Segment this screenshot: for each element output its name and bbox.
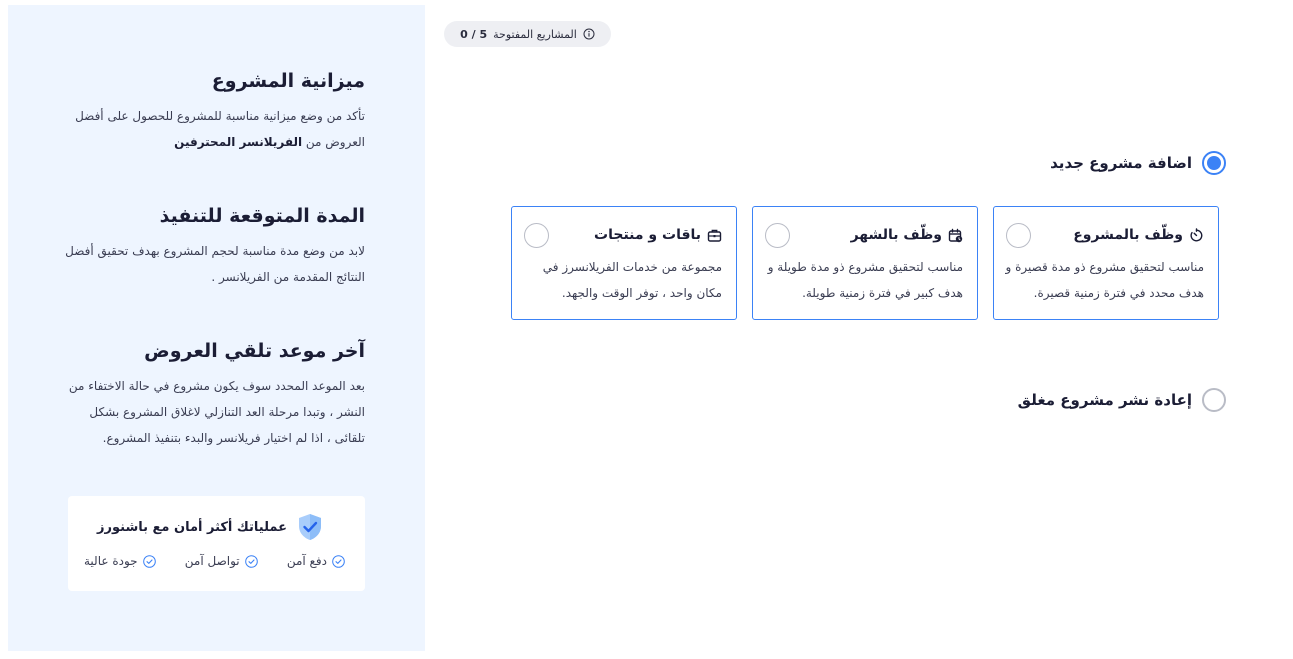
check-circle-icon: [332, 554, 345, 568]
card-radio[interactable]: [765, 223, 790, 248]
deadline-tip-title: آخر موعد تلقي العروض: [144, 340, 365, 362]
deadline-tip-text: بعد الموعد المحدد سوف يكون مشروع في حالة…: [68, 379, 365, 445]
feature-label: تواصل آمن: [184, 554, 240, 568]
add-new-project-option[interactable]: اضافة مشروع جديد: [1050, 151, 1226, 175]
deadline-tip: آخر موعد تلقي العروض بعد الموعد المحدد س…: [65, 337, 365, 451]
card-description: مناسب لتحقيق مشروع ذو مدة قصيرة و هدف مح…: [1005, 260, 1204, 300]
feature-high-quality: جودة عالية: [84, 554, 156, 568]
check-circle-icon: [142, 554, 156, 568]
republish-project-label: إعادة نشر مشروع مغلق: [1017, 391, 1192, 409]
shield-check-icon: [295, 512, 325, 542]
card-description: مجموعة من خدمات الفريلانسرز في مكان واحد…: [542, 260, 722, 300]
hire-type-cards: وظّف بالمشروع مناسب لتحقيق مشروع ذو مدة …: [511, 206, 1219, 320]
info-icon[interactable]: [583, 28, 595, 40]
feature-label: جودة عالية: [84, 554, 138, 568]
timer-icon: [1189, 227, 1204, 243]
budget-tip-bold: الفريلانسر المحترفين: [174, 135, 303, 149]
card-title: وظّف بالمشروع: [1073, 227, 1183, 243]
duration-tip-title: المدة المتوقعة للتنفيذ: [159, 205, 365, 227]
feature-secure-communication: تواصل آمن: [185, 554, 258, 568]
card-hire-by-project[interactable]: وظّف بالمشروع مناسب لتحقيق مشروع ذو مدة …: [993, 206, 1219, 320]
card-description: مناسب لتحقيق مشروع ذو مدة طويلة و هدف كب…: [767, 260, 963, 300]
add-new-project-label: اضافة مشروع جديد: [1050, 154, 1192, 172]
duration-tip: المدة المتوقعة للتنفيذ لابد من وضع مدة م…: [65, 202, 365, 290]
card-title: وظّف بالشهر: [850, 227, 942, 243]
open-projects-label: المشاريع المفتوحة: [493, 27, 577, 41]
card-header: باقات و منتجات: [594, 227, 722, 243]
duration-tip-text: لابد من وضع مدة مناسبة لحجم المشروع بهدف…: [65, 244, 365, 284]
feature-label: دفع آمن: [286, 554, 327, 568]
card-header: وظّف بالمشروع: [1073, 227, 1204, 243]
briefcase-icon: [707, 228, 722, 243]
budget-tip-text: تأكد من وضع ميزانية مناسبة للمشروع للحصو…: [75, 109, 365, 149]
feature-secure-payment: دفع آمن: [287, 554, 345, 568]
card-header: وظّف بالشهر: [851, 227, 963, 243]
security-title-row: عملياتك أكثر أمان مع باشنورز: [97, 512, 325, 542]
republish-project-option[interactable]: إعادة نشر مشروع مغلق: [1018, 388, 1226, 412]
republish-project-radio[interactable]: [1202, 388, 1226, 412]
add-new-project-radio[interactable]: [1202, 151, 1226, 175]
budget-tip-title: ميزانية المشروع: [211, 70, 365, 92]
security-title: عملياتك أكثر أمان مع باشنورز: [97, 519, 287, 535]
open-projects-count: 0 / 5: [460, 27, 488, 41]
calendar-clock-icon: [948, 228, 963, 243]
budget-tip: ميزانية المشروع تأكد من وضع ميزانية مناس…: [65, 67, 365, 155]
card-hire-monthly[interactable]: وظّف بالشهر مناسب لتحقيق مشروع ذو مدة طو…: [752, 206, 978, 320]
check-circle-icon: [244, 554, 258, 568]
security-card: عملياتك أكثر أمان مع باشنورز دفع آمن توا…: [68, 496, 365, 591]
card-radio[interactable]: [524, 223, 549, 248]
card-radio[interactable]: [1006, 223, 1031, 248]
security-features: دفع آمن تواصل آمن جودة عالية: [84, 554, 345, 568]
tips-panel: ميزانية المشروع تأكد من وضع ميزانية مناس…: [8, 5, 425, 651]
open-projects-counter: المشاريع المفتوحة 0 / 5: [444, 21, 611, 47]
card-packages-products[interactable]: باقات و منتجات مجموعة من خدمات الفريلانس…: [511, 206, 737, 320]
card-title: باقات و منتجات: [594, 227, 701, 243]
